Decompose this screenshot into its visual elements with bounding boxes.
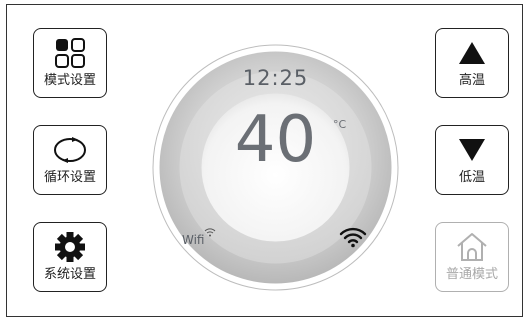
normal-mode-label: 普通模式	[445, 267, 498, 282]
high-temp-label: 高温	[458, 73, 485, 88]
grid-icon	[55, 38, 85, 68]
mode-settings-label: 模式设置	[43, 73, 96, 88]
home-icon	[457, 233, 487, 261]
wifi-icon	[339, 227, 367, 248]
cycle-settings-label: 循环设置	[43, 170, 96, 185]
clock-display: 12:25	[242, 66, 309, 90]
mode-settings-button[interactable]: 模式设置	[33, 28, 107, 98]
low-temp-button[interactable]: 低温	[435, 125, 509, 195]
temperature-display: 40	[234, 103, 317, 177]
system-settings-button[interactable]: 系统设置	[33, 222, 107, 292]
normal-mode-button[interactable]: 普通模式	[435, 222, 509, 292]
system-settings-label: 系统设置	[43, 267, 96, 282]
temperature-unit: °C	[333, 118, 347, 131]
cycle-settings-button[interactable]: 循环设置	[33, 125, 107, 195]
high-temp-button[interactable]: 高温	[435, 28, 509, 98]
triangle-down-icon	[459, 139, 485, 161]
low-temp-label: 低温	[458, 170, 485, 185]
cycle-arrows-icon	[54, 137, 86, 163]
wifi-small-icon	[204, 228, 216, 237]
gear-icon	[55, 232, 85, 262]
triangle-up-icon	[459, 42, 485, 64]
wifi-label: Wifi	[182, 233, 205, 247]
